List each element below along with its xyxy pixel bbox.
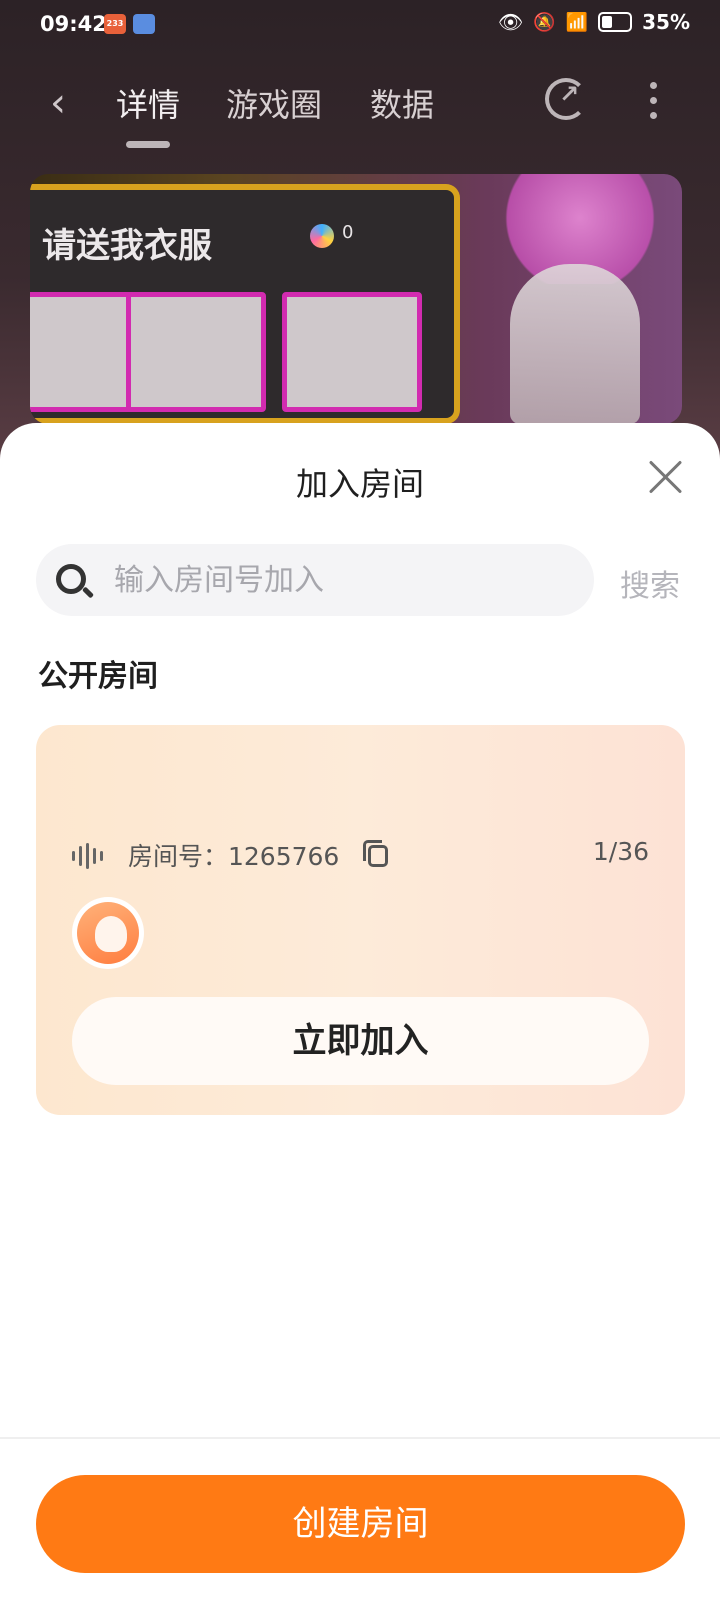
room-number-input[interactable] <box>114 544 574 616</box>
more-icon[interactable] <box>650 82 658 119</box>
clothing-item-card <box>126 292 266 412</box>
close-icon[interactable] <box>645 457 685 497</box>
clothing-item-card <box>30 292 140 412</box>
background-page: 09:42 233 👁 🔕 📶 35% ‹ 详情 游戏圈 数据 请送我衣服 0 <box>0 0 720 460</box>
tab-indicator <box>126 141 170 148</box>
room-search-box <box>36 544 594 616</box>
banner-title: 请送我衣服 <box>42 226 212 266</box>
coin-icon <box>310 224 334 248</box>
room-member-count: 1/36 <box>592 837 649 866</box>
battery-percent: 35% <box>642 10 690 34</box>
status-bar: 09:42 233 👁 🔕 📶 35% <box>0 0 720 50</box>
tab-game-circle[interactable]: 游戏圈 <box>226 80 322 126</box>
tab-details[interactable]: 详情 <box>116 80 180 126</box>
copy-icon[interactable] <box>363 840 388 867</box>
avatar <box>72 897 144 969</box>
status-right-icons: 👁 🔕 📶 35% <box>498 10 690 34</box>
back-icon[interactable]: ‹ <box>50 80 66 126</box>
coin-value: 0 <box>342 222 354 243</box>
wifi-icon: 📶 <box>565 11 589 33</box>
public-rooms-title: 公开房间 <box>38 659 158 694</box>
tab-data[interactable]: 数据 <box>370 80 434 126</box>
divider <box>0 1437 720 1439</box>
room-card: 房间号：1265766 1/36 立即加入 <box>36 725 685 1115</box>
search-button[interactable]: 搜索 <box>620 561 680 605</box>
voice-wave-icon <box>72 843 108 869</box>
character-figure <box>510 264 640 424</box>
status-time: 09:42 <box>40 12 107 36</box>
search-icon <box>56 564 86 594</box>
room-number-label: 房间号：1265766 <box>128 842 340 871</box>
join-now-button[interactable]: 立即加入 <box>72 997 649 1085</box>
clothing-item-card <box>282 292 422 412</box>
share-icon[interactable] <box>545 78 587 120</box>
top-nav: ‹ 详情 游戏圈 数据 <box>0 70 720 150</box>
create-room-button[interactable]: 创建房间 <box>36 1475 685 1573</box>
join-room-sheet: 加入房间 搜索 公开房间 房间号：1265766 1/36 立即加入 创建房间 <box>0 423 720 1612</box>
app-notification-icon: 233 <box>104 14 126 34</box>
sheet-title: 加入房间 <box>295 465 424 503</box>
app-notification-icon-2 <box>133 14 155 34</box>
eye-icon: 👁 <box>497 10 524 34</box>
battery-icon <box>598 12 633 32</box>
mute-icon: 🔕 <box>533 11 556 33</box>
game-banner[interactable]: 请送我衣服 0 <box>30 174 682 424</box>
